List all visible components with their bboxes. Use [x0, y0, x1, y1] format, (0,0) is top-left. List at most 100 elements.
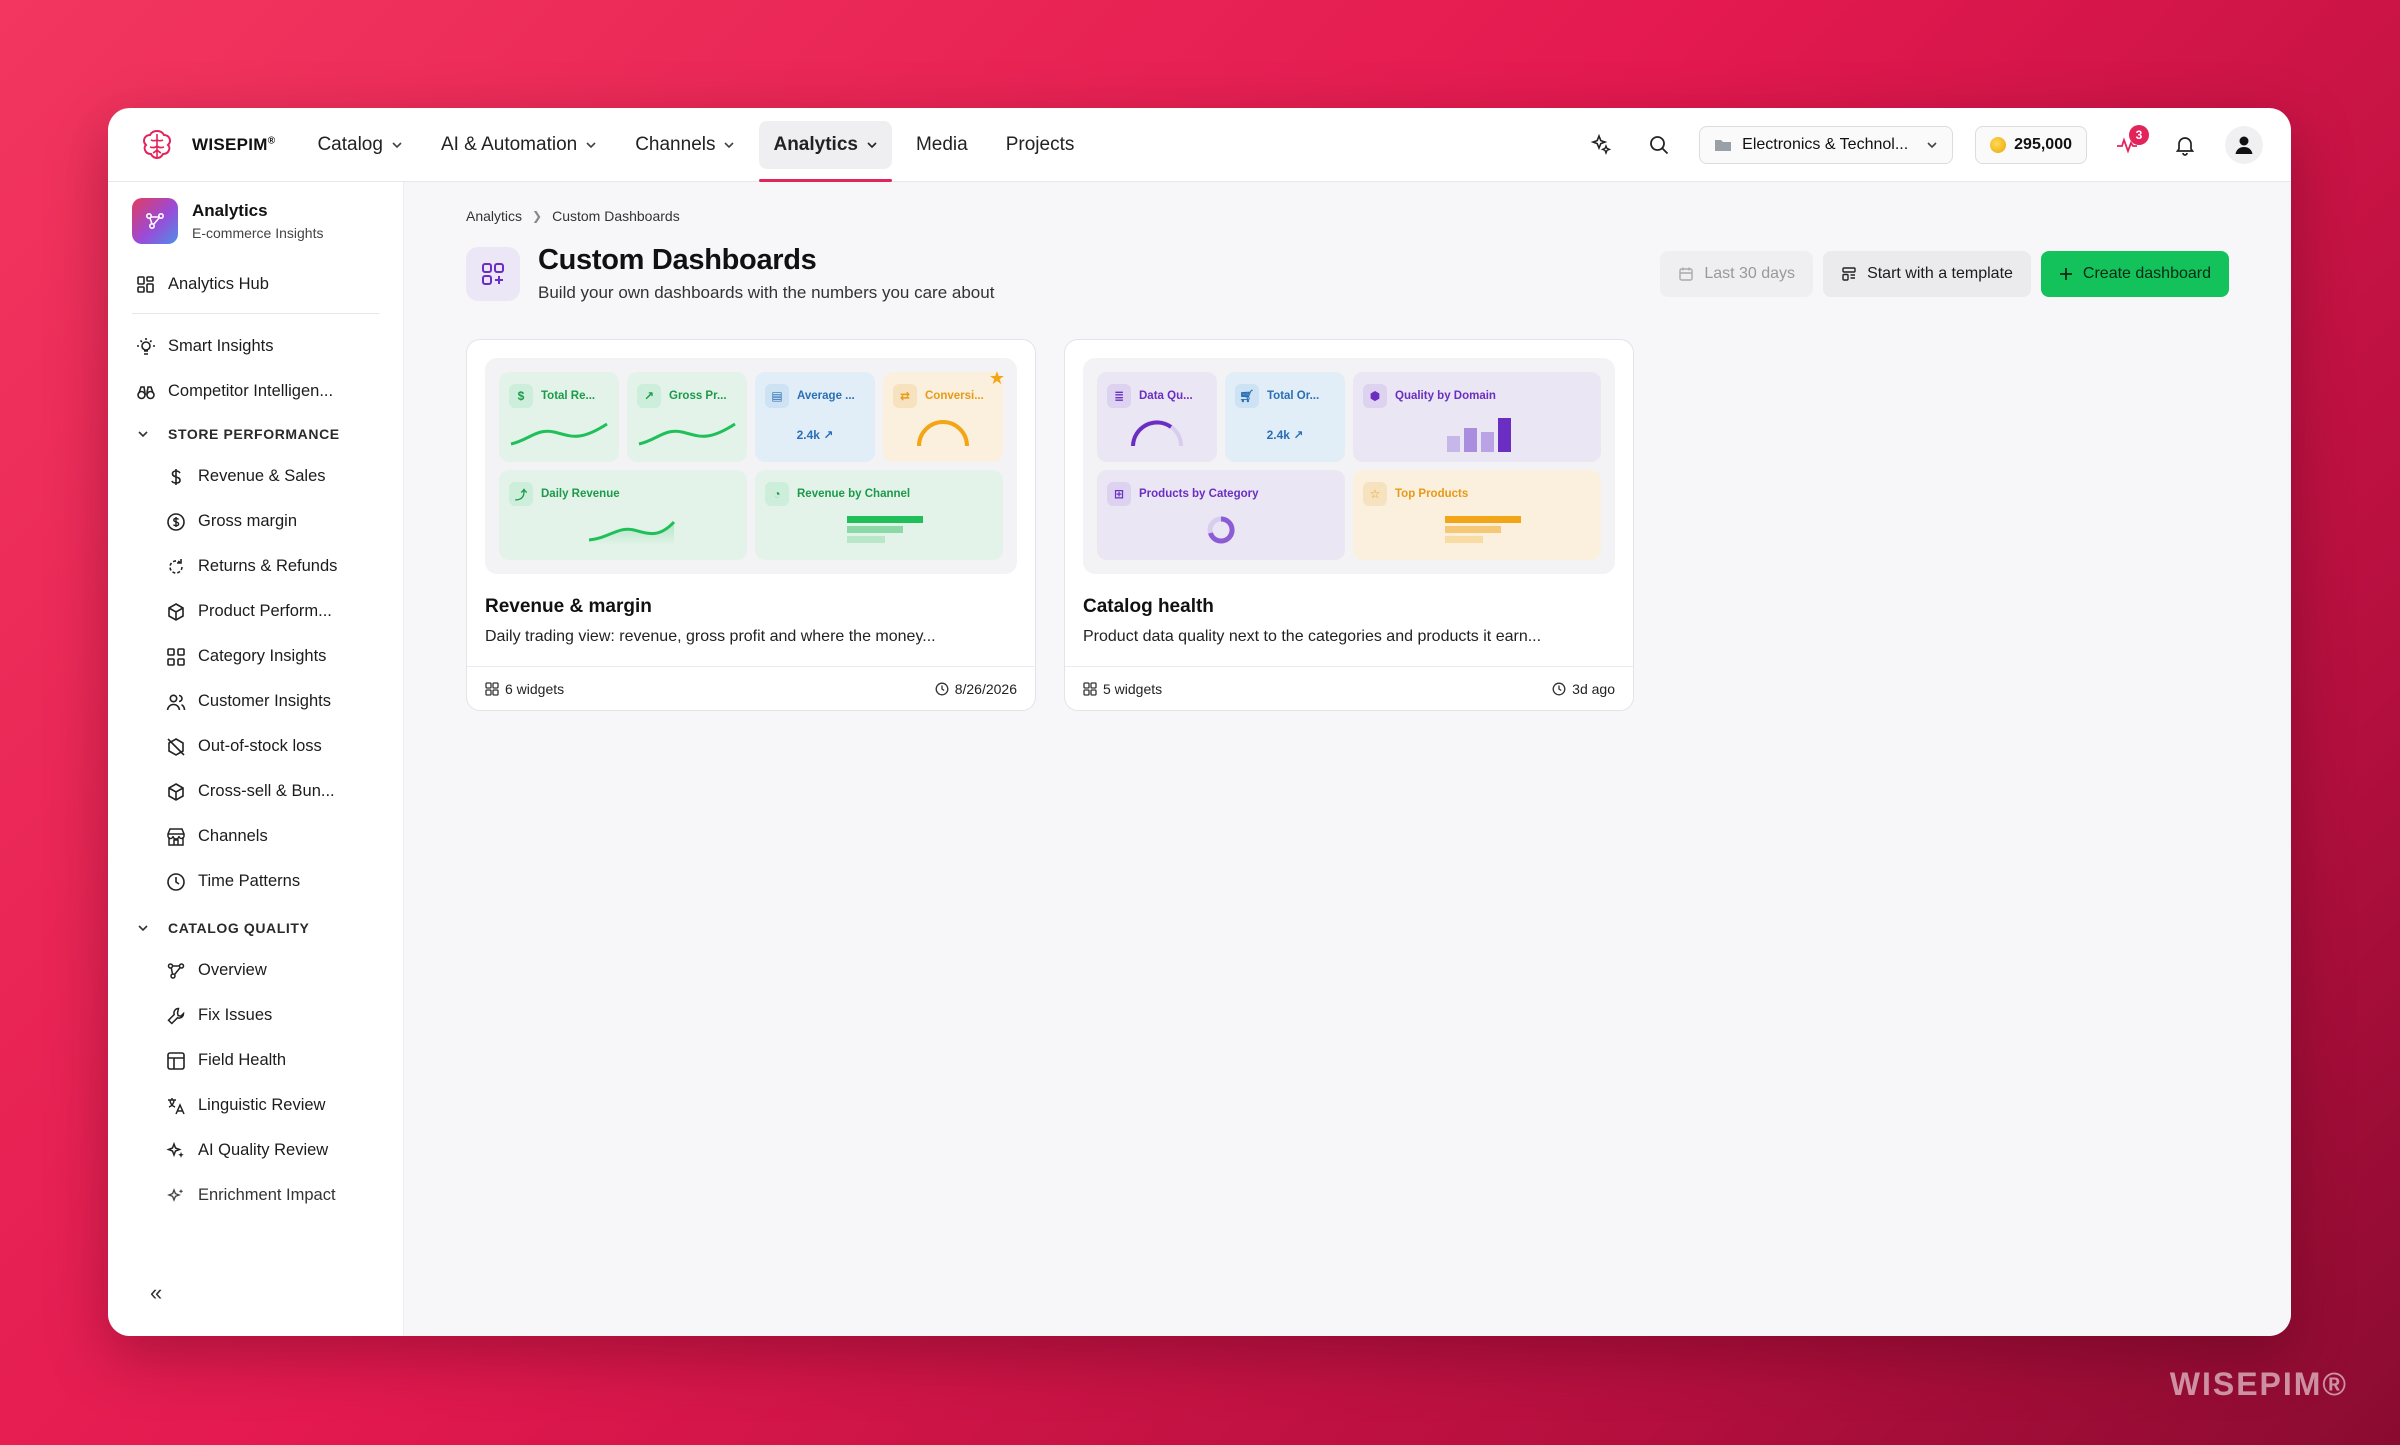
section-catalog-quality[interactable]: CATALOG QUALITY: [132, 908, 379, 948]
nav-projects[interactable]: Projects: [992, 121, 1089, 169]
sidebar-item-time-patterns[interactable]: Time Patterns: [132, 859, 379, 904]
updated-at: 8/26/2026: [954, 680, 1017, 697]
chevron-down-icon: [392, 141, 402, 148]
breadcrumb-analytics[interactable]: Analytics: [466, 208, 522, 224]
gauge-chart: [1131, 420, 1183, 447]
dashboard-card[interactable]: ≣ Data Qu... 🛒︎ Total Or... 2.4k ↗ ⬢ Qualit…: [1064, 339, 1634, 711]
sidebar-item-label: Fix Issues: [198, 1006, 273, 1024]
chevron-down-icon: [138, 431, 148, 438]
sidebar-item-competitor-intelligence[interactable]: Competitor Intelligen...: [132, 369, 379, 414]
sidebar-item-cross-sell-bundles[interactable]: Cross-sell & Bun...: [132, 769, 379, 814]
grid-icon: [137, 275, 154, 293]
activity-button[interactable]: 3: [2109, 124, 2149, 163]
widget-title: Total Or...: [1267, 390, 1320, 402]
nodes-icon: [145, 213, 165, 230]
credits-balance[interactable]: 295,000: [1975, 125, 2087, 164]
widget-tile: ⤴ Daily Revenue: [499, 470, 747, 560]
page-header: Custom Dashboards Build your own dashboa…: [466, 244, 2229, 303]
user-avatar[interactable]: [2225, 125, 2263, 164]
brand[interactable]: WISEPIM®: [136, 124, 275, 166]
notifications-button[interactable]: [2167, 127, 2203, 163]
date-range-button[interactable]: Last 30 days: [1660, 250, 1814, 297]
nav-ai-automation[interactable]: AI & Automation: [427, 121, 611, 169]
dashboard-preview: ≣ Data Qu... 🛒︎ Total Or... 2.4k ↗ ⬢ Qualit…: [1083, 358, 1615, 574]
dollar-icon: [171, 468, 181, 485]
sparkles-icon: [167, 1187, 184, 1202]
sidebar-item-fix-issues[interactable]: Fix Issues: [132, 993, 379, 1038]
credits-value: 295,000: [2014, 135, 2072, 153]
sidebar-item-label: Out-of-stock loss: [198, 737, 322, 755]
collapse-sidebar-button[interactable]: «: [150, 1280, 162, 1306]
page-subtitle: Build your own dashboards with the numbe…: [538, 283, 995, 302]
trending-up-icon: ↗: [1293, 428, 1304, 442]
nodes-icon: [167, 962, 185, 979]
sidebar-item-overview[interactable]: Overview: [132, 948, 379, 993]
star-icon[interactable]: ★: [989, 368, 1005, 389]
nav-media[interactable]: Media: [902, 121, 982, 169]
sidebar-item-category-insights[interactable]: Category Insights: [132, 634, 379, 679]
widget-tile: ⇄ Conversi...: [883, 372, 1003, 462]
sidebar-item-field-health[interactable]: Field Health: [132, 1038, 379, 1083]
bell-icon: [2175, 136, 2195, 156]
ai-sparkle-button[interactable]: [1583, 127, 1619, 163]
sidebar-item-revenue-sales[interactable]: Revenue & Sales: [132, 454, 379, 499]
start-template-button[interactable]: Start with a template: [1823, 250, 2031, 297]
package-off-icon: [167, 737, 185, 756]
refresh-dashed-icon: [169, 558, 183, 574]
widget-title: Data Qu...: [1139, 390, 1193, 402]
sidebar-item-label: Time Patterns: [198, 872, 301, 890]
sidebar-item-enrichment-impact[interactable]: Enrichment Impact: [132, 1173, 379, 1218]
folder-icon: [1715, 139, 1732, 151]
sidebar-item-analytics-hub[interactable]: Analytics Hub: [132, 262, 379, 307]
widget-tile: ≣ Data Qu...: [1097, 372, 1217, 462]
sidebar-item-returns-refunds[interactable]: Returns & Refunds: [132, 544, 379, 589]
box-icon: [168, 782, 184, 801]
trending-up-icon: ↗: [823, 428, 834, 442]
nav-analytics-label: Analytics: [773, 133, 858, 155]
sidebar-item-gross-margin[interactable]: Gross margin: [132, 499, 379, 544]
chevron-down-icon: [586, 141, 596, 148]
nav-projects-label: Projects: [1005, 133, 1075, 155]
card-description: Product data quality next to the categor…: [1083, 628, 1542, 645]
sidebar-item-customer-insights[interactable]: Customer Insights: [132, 679, 379, 724]
bar-chart: [1447, 418, 1511, 452]
page-actions: Last 30 days Start with a template Creat…: [1660, 250, 2229, 297]
nav-catalog-label: Catalog: [317, 133, 383, 155]
search-button[interactable]: [1641, 127, 1677, 163]
nav-catalog[interactable]: Catalog: [303, 121, 417, 169]
table-icon: [167, 1051, 185, 1070]
start-template-label: Start with a template: [1867, 264, 2013, 282]
grid-icon: [167, 647, 185, 666]
nav-analytics[interactable]: Analytics: [759, 120, 893, 182]
database-icon: ≣: [1107, 384, 1131, 408]
main-content: Analytics ❯ Custom Dashboards Custom Das…: [404, 182, 2291, 1336]
sidebar-item-label: Returns & Refunds: [198, 557, 338, 575]
section-label: CATALOG QUALITY: [168, 920, 310, 936]
sidebar-item-linguistic-review[interactable]: Linguistic Review: [132, 1083, 379, 1128]
receipt-icon: ▤: [765, 384, 789, 408]
widget-count: 6 widgets: [505, 680, 565, 697]
sidebar-item-label: Gross margin: [198, 512, 298, 530]
workspace-selector[interactable]: Electronics & Technol...: [1699, 125, 1954, 164]
sidebar-item-smart-insights[interactable]: Smart Insights: [132, 324, 379, 369]
sidebar-item-ai-quality-review[interactable]: AI Quality Review: [132, 1128, 379, 1173]
widget-title: Daily Revenue: [541, 488, 620, 500]
sidebar-item-out-of-stock-loss[interactable]: Out-of-stock loss: [132, 724, 379, 769]
sparkline-chart: [638, 422, 736, 446]
nav-channels-label: Channels: [635, 133, 716, 155]
bar-chart: [847, 516, 923, 543]
create-dashboard-button[interactable]: Create dashboard: [2040, 250, 2229, 297]
nav-right: Electronics & Technol... 295,000 3: [1583, 124, 2263, 164]
dashboard-add-icon: [466, 246, 520, 301]
nav-channels[interactable]: Channels: [621, 121, 749, 169]
widget-title: Total Re...: [541, 390, 596, 402]
page-title: Custom Dashboards: [538, 244, 817, 276]
donut-chart: [1207, 516, 1235, 544]
brain-logo-icon: [142, 129, 172, 159]
section-store-performance[interactable]: STORE PERFORMANCE: [132, 414, 379, 454]
sidebar-item-channels[interactable]: Channels: [132, 814, 379, 859]
watermark: WISEPIM®: [2169, 1366, 2348, 1402]
workspace-label: Electronics & Technol...: [1742, 135, 1909, 153]
sidebar-item-product-performance[interactable]: Product Perform...: [132, 589, 379, 634]
dashboard-card[interactable]: $ Total Re... ↗ Gross Pr... ▤ Average ... 2…: [466, 339, 1036, 711]
